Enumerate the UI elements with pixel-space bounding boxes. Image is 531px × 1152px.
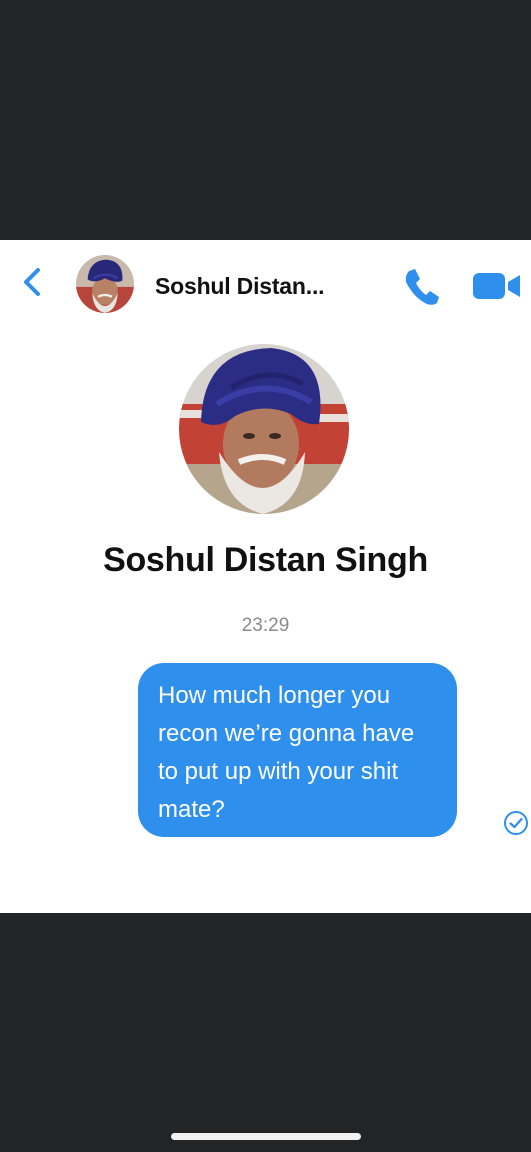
avatar-photo: [76, 255, 134, 313]
message-line: recon we’re gonna have: [158, 720, 415, 747]
profile-photo: [179, 344, 349, 514]
conversation-header: Soshul Distan...: [0, 240, 531, 330]
home-indicator[interactable]: [171, 1133, 361, 1140]
chevron-left-icon: [24, 268, 40, 296]
voice-call-button[interactable]: [400, 264, 444, 308]
profile-name: Soshul Distan Singh: [103, 541, 428, 579]
outgoing-message-bubble[interactable]: How much longer you recon we’re gonna ha…: [138, 663, 457, 837]
contact-avatar[interactable]: [76, 255, 134, 313]
phone-icon: [405, 269, 439, 305]
contact-name[interactable]: Soshul Distan...: [155, 273, 325, 300]
back-button[interactable]: [18, 262, 48, 302]
profile-avatar[interactable]: [179, 344, 349, 514]
video-call-button[interactable]: [470, 269, 524, 303]
message-line: How much longer you: [158, 682, 391, 709]
message-timestamp: 23:29: [241, 615, 290, 636]
message-line: to put up with your shit: [158, 758, 399, 785]
video-camera-icon: [473, 273, 520, 299]
read-receipt-check-icon: [503, 810, 529, 836]
message-text: How much longer you recon we’re gonna ha…: [158, 677, 458, 829]
message-line: mate?: [158, 796, 225, 823]
messenger-screenshot: Soshul Distan... Soshul Distan Singh 23:…: [0, 240, 531, 913]
